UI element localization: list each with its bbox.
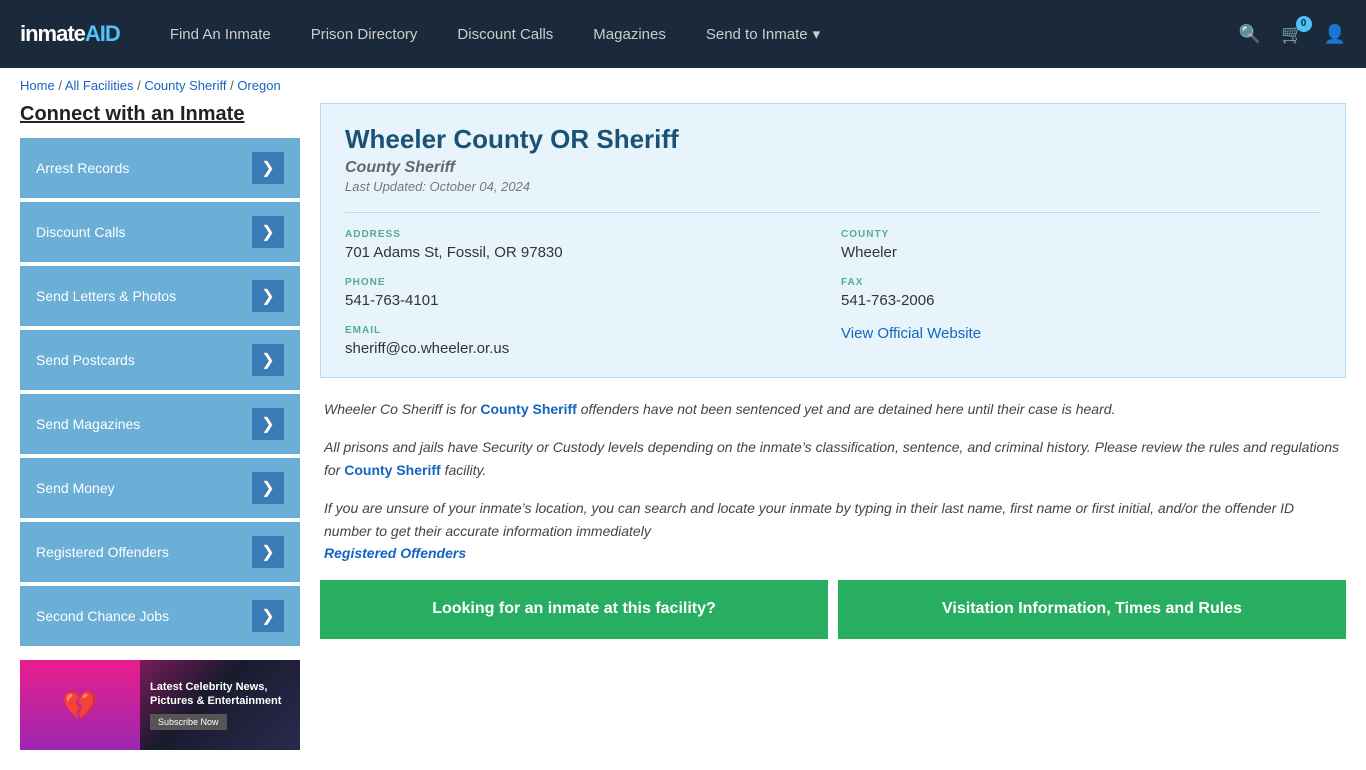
sidebar-item-discount-calls[interactable]: Discount Calls ❯ xyxy=(20,202,300,262)
sidebar-item-label: Send Postcards xyxy=(36,352,135,368)
nav-discount-calls[interactable]: Discount Calls xyxy=(457,26,553,43)
sidebar-item-send-money[interactable]: Send Money ❯ xyxy=(20,458,300,518)
chevron-right-icon: ❯ xyxy=(252,536,284,568)
description-para-1: Wheeler Co Sheriff is for County Sheriff… xyxy=(324,398,1342,420)
address-label: ADDRESS xyxy=(345,229,825,240)
site-header: inmateAID Find An Inmate Prison Director… xyxy=(0,0,1366,68)
sidebar-item-second-chance-jobs[interactable]: Second Chance Jobs ❯ xyxy=(20,586,300,646)
sidebar: Connect with an Inmate Arrest Records ❯ … xyxy=(20,103,300,750)
official-website-link[interactable]: View Official Website xyxy=(841,325,981,342)
chevron-right-icon: ❯ xyxy=(252,408,284,440)
phone-label: PHONE xyxy=(345,277,825,288)
website-group: View Official Website xyxy=(841,325,1321,357)
ad-subscribe-button[interactable]: Subscribe Now xyxy=(150,714,227,730)
chevron-right-icon: ❯ xyxy=(252,344,284,376)
facility-details: ADDRESS 701 Adams St, Fossil, OR 97830 C… xyxy=(345,212,1321,357)
inmate-search-button[interactable]: Looking for an inmate at this facility? xyxy=(320,580,828,638)
county-label: COUNTY xyxy=(841,229,1321,240)
logo[interactable]: inmateAID xyxy=(20,21,120,47)
nav-magazines[interactable]: Magazines xyxy=(593,26,666,43)
email-label: EMAIL xyxy=(345,325,825,336)
main-layout: Connect with an Inmate Arrest Records ❯ … xyxy=(0,103,1366,770)
breadcrumb-county-sheriff[interactable]: County Sheriff xyxy=(144,78,226,93)
sidebar-item-label: Arrest Records xyxy=(36,160,129,176)
sidebar-item-send-magazines[interactable]: Send Magazines ❯ xyxy=(20,394,300,454)
breadcrumb: Home / All Facilities / County Sheriff /… xyxy=(0,68,1366,103)
chevron-right-icon: ❯ xyxy=(252,280,284,312)
registered-offenders-link[interactable]: Registered Offenders xyxy=(324,545,466,561)
visitation-info-button[interactable]: Visitation Information, Times and Rules xyxy=(838,580,1346,638)
sidebar-item-label: Send Money xyxy=(36,480,115,496)
chevron-right-icon: ❯ xyxy=(252,472,284,504)
email-value: sheriff@co.wheeler.or.us xyxy=(345,340,825,357)
facility-last-updated: Last Updated: October 04, 2024 xyxy=(345,179,1321,194)
breadcrumb-all-facilities[interactable]: All Facilities xyxy=(65,78,134,93)
cart-icon[interactable]: 🛒 0 xyxy=(1281,24,1303,45)
sidebar-item-label: Registered Offenders xyxy=(36,544,169,560)
sidebar-item-send-postcards[interactable]: Send Postcards ❯ xyxy=(20,330,300,390)
facility-name: Wheeler County OR Sheriff xyxy=(345,124,1321,155)
phone-value: 541-763-4101 xyxy=(345,292,825,309)
description-para-3: If you are unsure of your inmate’s locat… xyxy=(324,497,1342,564)
bottom-buttons: Looking for an inmate at this facility? … xyxy=(320,580,1346,638)
address-group: ADDRESS 701 Adams St, Fossil, OR 97830 xyxy=(345,229,825,261)
nav-prison-directory[interactable]: Prison Directory xyxy=(311,26,418,43)
breadcrumb-oregon[interactable]: Oregon xyxy=(237,78,280,93)
facility-type: County Sheriff xyxy=(345,159,1321,177)
search-icon[interactable]: 🔍 xyxy=(1239,24,1261,45)
cart-count-badge: 0 xyxy=(1296,16,1312,32)
chevron-right-icon: ❯ xyxy=(252,216,284,248)
county-sheriff-link-2[interactable]: County Sheriff xyxy=(344,462,440,478)
sidebar-item-label: Discount Calls xyxy=(36,224,125,240)
fax-value: 541-763-2006 xyxy=(841,292,1321,309)
sidebar-item-arrest-records[interactable]: Arrest Records ❯ xyxy=(20,138,300,198)
user-icon[interactable]: 👤 xyxy=(1324,24,1346,45)
sidebar-title: Connect with an Inmate xyxy=(20,103,300,126)
chevron-down-icon: ▾ xyxy=(813,25,821,43)
advertisement: 💔 Latest Celebrity News, Pictures & Ente… xyxy=(20,660,300,750)
phone-group: PHONE 541-763-4101 xyxy=(345,277,825,309)
sidebar-item-label: Second Chance Jobs xyxy=(36,608,169,624)
fax-group: FAX 541-763-2006 xyxy=(841,277,1321,309)
description-para-2: All prisons and jails have Security or C… xyxy=(324,436,1342,481)
nav-find-inmate[interactable]: Find An Inmate xyxy=(170,26,271,43)
chevron-right-icon: ❯ xyxy=(252,600,284,632)
main-content: Wheeler County OR Sheriff County Sheriff… xyxy=(320,103,1346,750)
county-sheriff-link-1[interactable]: County Sheriff xyxy=(480,401,576,417)
chevron-right-icon: ❯ xyxy=(252,152,284,184)
ad-image: 💔 xyxy=(20,660,140,750)
sidebar-item-send-letters[interactable]: Send Letters & Photos ❯ xyxy=(20,266,300,326)
address-value: 701 Adams St, Fossil, OR 97830 xyxy=(345,244,825,261)
sidebar-item-label: Send Letters & Photos xyxy=(36,288,176,304)
email-group: EMAIL sheriff@co.wheeler.or.us xyxy=(345,325,825,357)
facility-description: Wheeler Co Sheriff is for County Sheriff… xyxy=(320,398,1346,564)
main-nav: Find An Inmate Prison Directory Discount… xyxy=(170,25,1209,43)
facility-card: Wheeler County OR Sheriff County Sheriff… xyxy=(320,103,1346,378)
ad-title: Latest Celebrity News, Pictures & Entert… xyxy=(150,680,290,709)
fax-label: FAX xyxy=(841,277,1321,288)
county-group: COUNTY Wheeler xyxy=(841,229,1321,261)
nav-send-to-inmate[interactable]: Send to Inmate ▾ xyxy=(706,25,820,43)
header-icons: 🔍 🛒 0 👤 xyxy=(1239,24,1346,45)
sidebar-item-label: Send Magazines xyxy=(36,416,140,432)
sidebar-item-registered-offenders[interactable]: Registered Offenders ❯ xyxy=(20,522,300,582)
county-value: Wheeler xyxy=(841,244,1321,261)
breadcrumb-home[interactable]: Home xyxy=(20,78,55,93)
